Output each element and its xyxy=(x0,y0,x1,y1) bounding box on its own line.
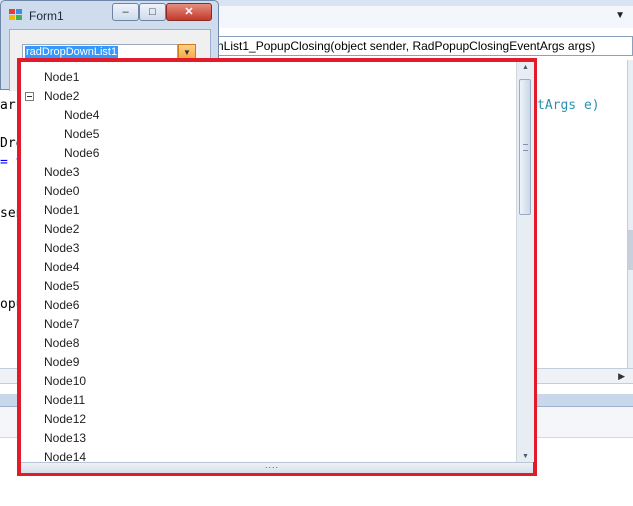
tree-node[interactable]: Node9 xyxy=(21,353,516,372)
tree-node-label: Node4 xyxy=(44,260,80,274)
tree-node[interactable]: Node4 xyxy=(21,258,516,277)
tree-node-label: Node2 xyxy=(44,89,80,103)
minimize-button[interactable]: – xyxy=(112,3,139,21)
tree-node[interactable]: Node3 xyxy=(21,163,516,182)
method-combobox[interactable]: nList1_PopupClosing(object sender, RadPo… xyxy=(213,36,633,56)
maximize-button[interactable]: □ xyxy=(139,3,166,21)
tree-node-label: Node0 xyxy=(44,184,80,198)
scroll-up-arrow-icon[interactable]: ▲ xyxy=(517,64,534,71)
scroll-right-arrow-icon[interactable]: ▶ xyxy=(618,369,625,383)
tree-node-label: Node5 xyxy=(64,127,100,141)
popup-resize-grip[interactable]: .... xyxy=(21,460,533,473)
tree-node[interactable]: Node1 xyxy=(21,201,516,220)
tree-node[interactable]: Node6 xyxy=(21,296,516,315)
popup-scroll-thumb[interactable] xyxy=(519,79,531,215)
editor-scroll-thumb[interactable] xyxy=(628,230,633,270)
tree-node[interactable]: Node8 xyxy=(21,334,516,353)
tree-node-list[interactable]: Node1 Node2 Node4 Node5 Node6 Node3 Node0 Node1… xyxy=(21,62,516,462)
tree-node[interactable]: Node5 xyxy=(21,277,516,296)
tree-node-label: Node4 xyxy=(64,108,100,122)
tree-node[interactable]: Node2 xyxy=(21,87,516,106)
collapse-toggle-icon[interactable] xyxy=(25,92,34,101)
tree-node-label: Node12 xyxy=(44,412,87,426)
editor-tab-bar: ▼ xyxy=(215,6,633,28)
dropdown-popup: Node1 Node2 Node4 Node5 Node6 Node3 Node0 Node1… xyxy=(17,58,537,476)
resize-grip-dots: .... xyxy=(265,460,280,470)
tree-node[interactable]: Node0 xyxy=(21,182,516,201)
form-app-icon xyxy=(9,9,22,20)
editor-vertical-scrollbar[interactable] xyxy=(627,60,633,378)
tree-node[interactable]: Node11 xyxy=(21,391,516,410)
popup-vertical-scrollbar[interactable]: ▲ ▼ xyxy=(516,62,534,462)
tree-node-label: Node10 xyxy=(44,374,87,388)
form-title: Form1 xyxy=(29,9,64,23)
tree-node[interactable]: Node1 xyxy=(21,68,516,87)
tree-node-label: Node2 xyxy=(44,222,80,236)
tree-node[interactable]: Node3 xyxy=(21,239,516,258)
tree-node-label: Node6 xyxy=(44,298,80,312)
tree-node[interactable]: Node5 xyxy=(21,125,516,144)
tree-node-label: Node3 xyxy=(44,241,80,255)
tree-node[interactable]: Node12 xyxy=(21,410,516,429)
code-fragment: tArgs e) xyxy=(537,98,600,113)
tree-node[interactable]: Node2 xyxy=(21,220,516,239)
tree-node-label: Node6 xyxy=(64,146,100,160)
tree-node[interactable]: Node7 xyxy=(21,315,516,334)
tree-node-label: Node1 xyxy=(44,70,80,84)
tree-node[interactable]: Node4 xyxy=(21,106,516,125)
tree-node-label: Node3 xyxy=(44,165,80,179)
tree-node-label: Node8 xyxy=(44,336,80,350)
tree-node-label: Node11 xyxy=(44,393,86,407)
tree-node-label: Node5 xyxy=(44,279,80,293)
code-fragment: ar xyxy=(0,98,16,113)
thumb-grip-icon xyxy=(523,144,528,151)
tree-node[interactable]: Node10 xyxy=(21,372,516,391)
tree-node-label: Node14 xyxy=(44,450,87,462)
tab-dropdown-arrow-icon[interactable]: ▼ xyxy=(615,10,625,21)
tree-node-label: Node7 xyxy=(44,317,80,331)
scroll-down-arrow-icon[interactable]: ▼ xyxy=(517,453,534,460)
tree-node[interactable]: Node13 xyxy=(21,429,516,448)
tree-node-label: Node9 xyxy=(44,355,80,369)
tree-node-label: Node1 xyxy=(44,203,80,217)
close-button[interactable]: ✕ xyxy=(166,3,212,21)
tree-node-label: Node13 xyxy=(44,431,87,445)
tree-node[interactable]: Node6 xyxy=(21,144,516,163)
